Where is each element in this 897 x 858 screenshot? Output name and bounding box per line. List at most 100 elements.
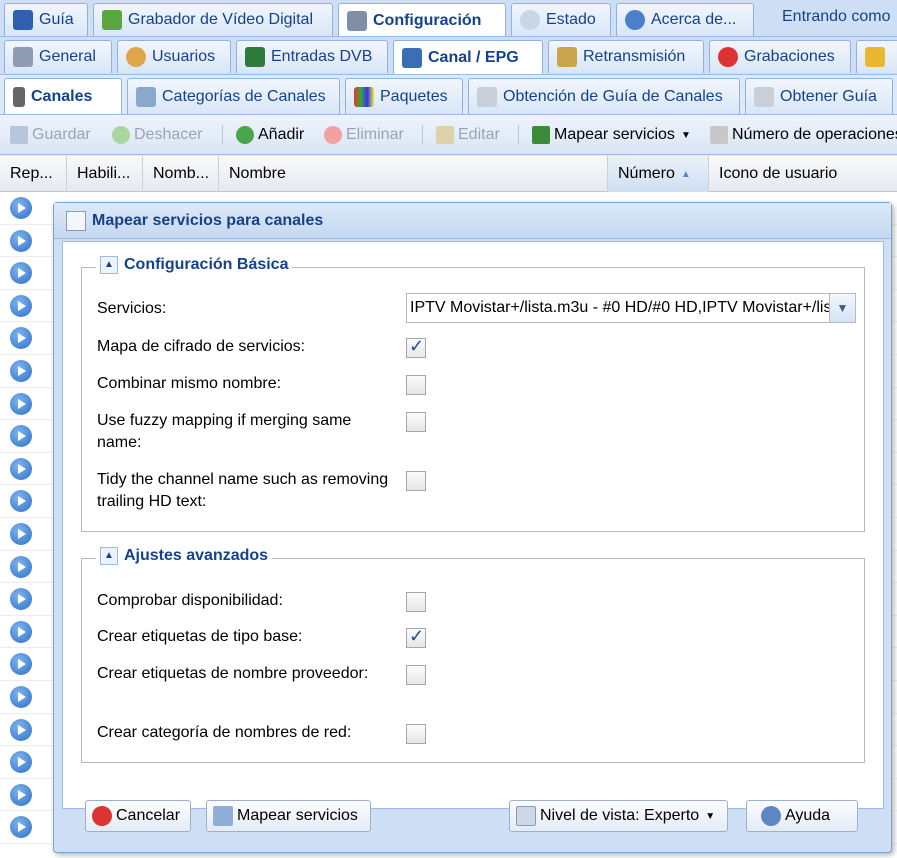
fuzzy-mapping-checkbox[interactable]	[406, 412, 426, 432]
delete-icon	[324, 126, 342, 144]
merge-same-name-checkbox[interactable]	[406, 375, 426, 395]
play-icon[interactable]	[10, 555, 32, 578]
tab-guia[interactable]: Guía	[4, 3, 88, 36]
tab-usuarios[interactable]: Usuarios	[117, 40, 231, 73]
collapse-up-icon[interactable]: ▲	[100, 256, 118, 274]
play-icon[interactable]	[10, 783, 32, 806]
play-icon[interactable]	[10, 523, 32, 545]
tab-label: Obtención de Guía de Canales	[503, 87, 723, 105]
config-tabbar: General Usuarios Entradas DVB Canal / EP…	[0, 37, 897, 75]
tab-label: Entradas DVB	[271, 48, 373, 65]
tab-label: Guía	[39, 11, 74, 28]
tab-canal-epg[interactable]: Canal / EPG	[393, 40, 543, 74]
grid-header: Rep... Habili... Nomb... Nombre Número ▲ …	[0, 156, 897, 192]
chevron-down-icon: ▼	[680, 129, 691, 141]
tree-icon	[136, 86, 156, 107]
play-icon[interactable]	[10, 327, 32, 350]
number-operations-button[interactable]: Número de operaciones	[710, 123, 897, 147]
delete-button[interactable]: Eliminar	[324, 123, 404, 147]
play-icon[interactable]	[10, 620, 32, 643]
tab-configuracion[interactable]: Configuración	[338, 3, 506, 36]
edit-label: Editar	[458, 126, 500, 143]
column-header[interactable]: Rep...	[0, 156, 67, 192]
add-button[interactable]: Añadir	[236, 123, 304, 147]
column-header[interactable]: Nombre	[219, 156, 608, 192]
epg-icon	[13, 10, 33, 30]
tab-retransmision[interactable]: Retransmisión	[548, 40, 704, 73]
play-icon[interactable]	[10, 588, 32, 611]
play-icon[interactable]	[10, 718, 32, 741]
rec-icon	[718, 47, 738, 67]
tab-label: Estado	[546, 11, 596, 28]
tab-obtencion-guia[interactable]: Obtención de Guía de Canales	[468, 78, 740, 114]
help-label: Ayuda	[785, 807, 831, 824]
tab-label: Usuarios	[152, 48, 216, 65]
edit-button[interactable]: Editar	[436, 123, 500, 147]
play-icon[interactable]	[10, 686, 32, 708]
tab-canales[interactable]: Canales	[4, 78, 122, 114]
provider-tags-checkbox[interactable]	[406, 665, 426, 685]
undo-icon	[112, 126, 130, 144]
tab-obtener-guia[interactable]: Obtener Guía	[745, 78, 893, 114]
play-icon[interactable]	[10, 425, 32, 448]
play-icon[interactable]	[10, 229, 32, 252]
tv-icon	[402, 47, 422, 68]
play-icon[interactable]	[10, 392, 32, 415]
save-button[interactable]: Guardar	[10, 123, 91, 147]
play-icon[interactable]	[10, 294, 32, 317]
play-icon[interactable]	[10, 457, 32, 480]
map-icon	[213, 806, 233, 826]
chevron-down-icon[interactable]: ▼	[829, 294, 855, 322]
column-header[interactable]: Habili...	[67, 156, 143, 192]
services-combo[interactable]: IPTV Movistar+/lista.m3u - #0 HD/#0 HD,I…	[406, 293, 856, 323]
play-icon[interactable]	[10, 197, 32, 219]
tab-grabaciones[interactable]: Grabaciones	[709, 40, 851, 73]
login-status: Entrando como	[782, 8, 891, 25]
check-availability-checkbox[interactable]	[406, 592, 426, 612]
tab-acerca[interactable]: Acerca de...	[616, 3, 754, 36]
column-header[interactable]: Icono de usuario	[709, 156, 897, 192]
tab-label: Configuración	[373, 11, 482, 29]
cancel-icon	[92, 806, 112, 826]
type-tags-checkbox[interactable]	[406, 626, 426, 648]
play-icon[interactable]	[10, 751, 32, 774]
map-icon	[532, 126, 550, 144]
play-icon[interactable]	[10, 653, 32, 676]
play-icon[interactable]	[10, 262, 32, 285]
map-encrypted-checkbox[interactable]	[406, 336, 426, 358]
undo-button[interactable]: Deshacer	[112, 123, 202, 147]
tab-estado[interactable]: Estado	[511, 3, 611, 36]
type-tags-label: Crear etiquetas de tipo base:	[97, 628, 303, 645]
column-header[interactable]: Nomb...	[143, 156, 219, 192]
network-category-checkbox[interactable]	[406, 724, 426, 744]
tab-categorias[interactable]: Categorías de Canales	[127, 78, 340, 114]
tab-general[interactable]: General	[4, 40, 112, 73]
users-icon	[126, 47, 146, 67]
play-icon[interactable]	[10, 490, 32, 513]
undo-label: Deshacer	[134, 126, 203, 143]
cancel-button[interactable]: Cancelar	[85, 800, 191, 832]
remote-icon	[13, 86, 25, 107]
tab-label: Grabaciones	[744, 48, 835, 65]
map-services-submit-button[interactable]: Mapear servicios	[206, 800, 371, 832]
tab-paquetes[interactable]: Paquetes	[345, 78, 463, 114]
tab-dvr[interactable]: Grabador de Vídeo Digital	[93, 3, 333, 36]
play-icon[interactable]	[10, 360, 32, 382]
collapse-up-icon[interactable]: ▲	[100, 547, 118, 565]
map-services-button[interactable]: Mapear servicios ▼	[532, 123, 691, 147]
dialog-title-bar[interactable]: Mapear servicios para canales	[54, 203, 891, 239]
tidy-name-checkbox[interactable]	[406, 471, 426, 491]
download-icon	[102, 10, 122, 30]
grid-toolbar: Guardar Deshacer Añadir Eliminar Editar …	[0, 115, 897, 155]
fuzzy-mapping-label: Use fuzzy mapping if merging same name:	[97, 412, 352, 451]
view-level-button[interactable]: Nivel de vista: Experto ▼	[509, 800, 728, 832]
tab-entradas-dvb[interactable]: Entradas DVB	[236, 40, 388, 73]
view-level-label: Nivel de vista: Experto	[540, 807, 700, 824]
help-button[interactable]: Ayuda	[746, 800, 858, 832]
play-icon[interactable]	[10, 816, 32, 839]
map-services-dialog: Mapear servicios para canales ▲ Configur…	[53, 202, 892, 853]
column-header-sorted[interactable]: Número ▲	[608, 156, 709, 192]
toolbar-separator	[222, 125, 223, 145]
edit-icon	[66, 210, 86, 231]
tab-more[interactable]	[856, 40, 897, 73]
